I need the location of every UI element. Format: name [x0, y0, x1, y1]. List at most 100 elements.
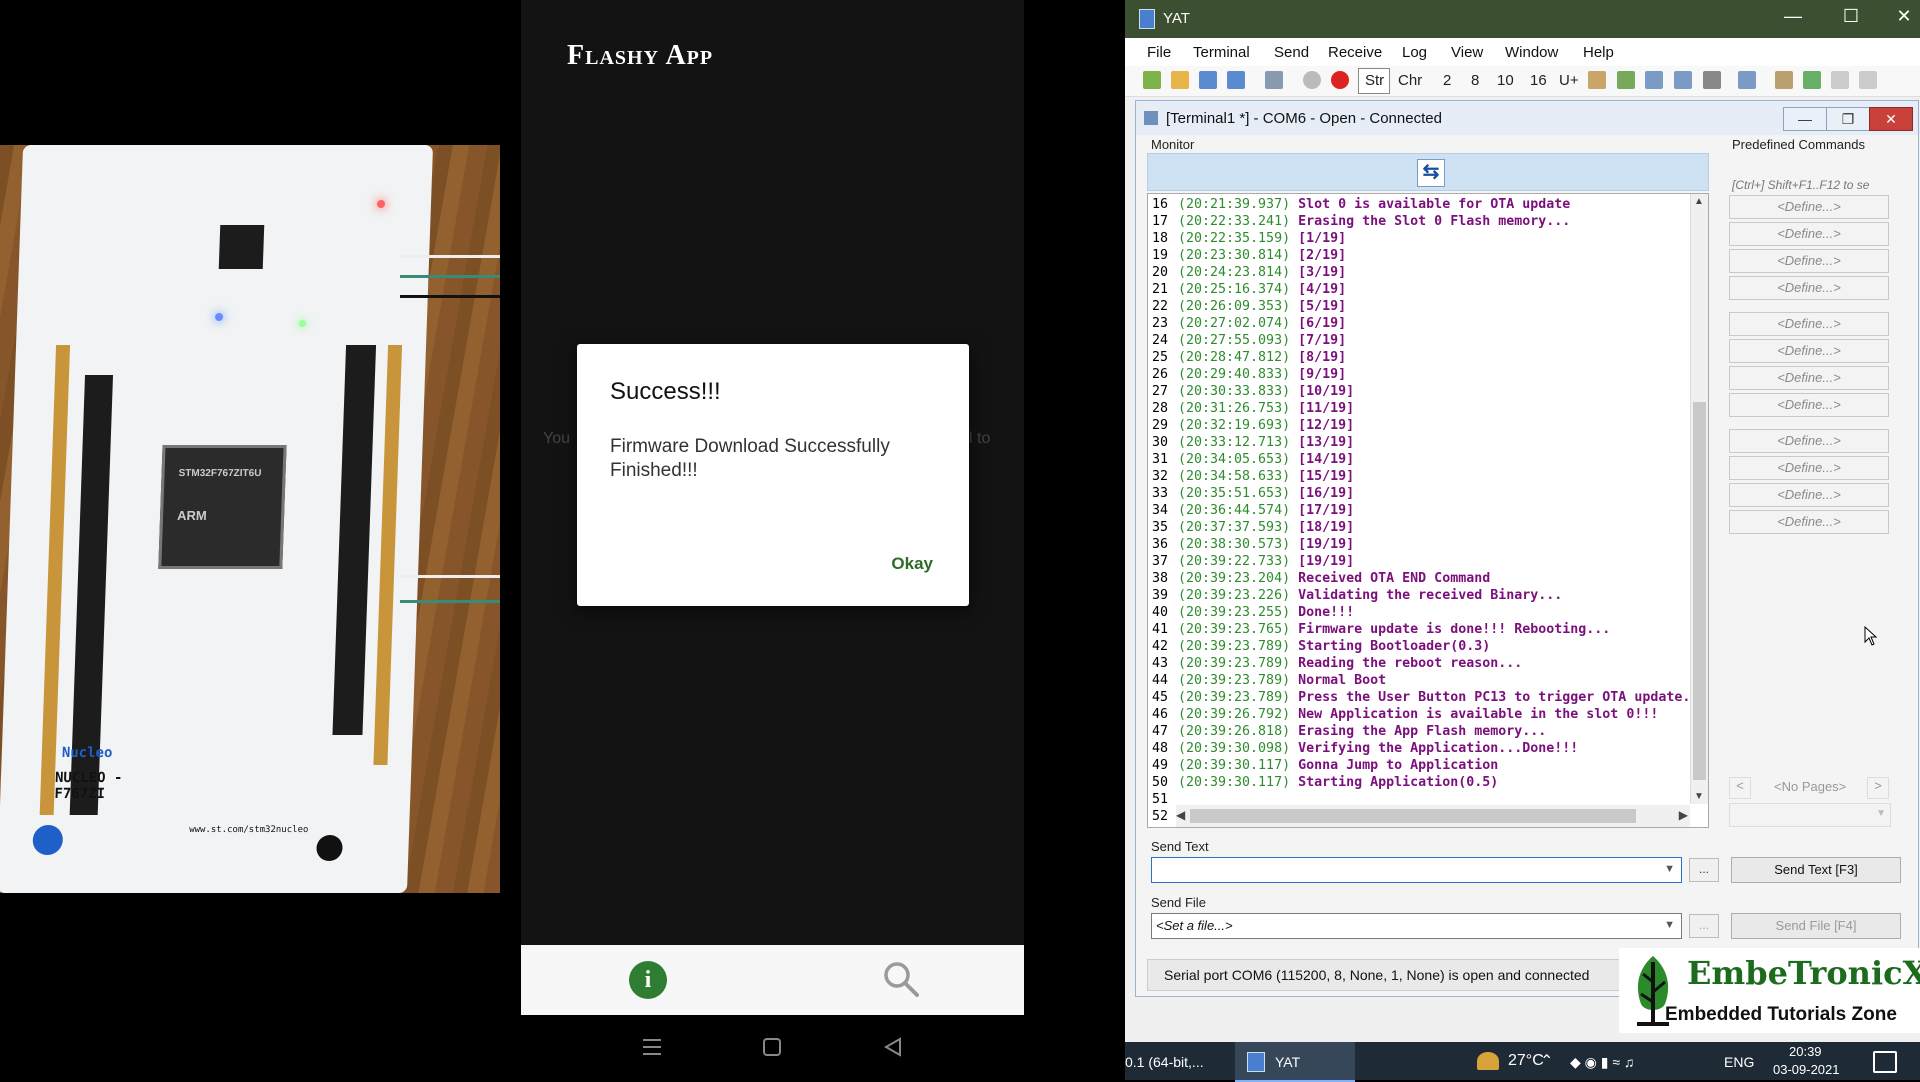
terminal-minimize-icon[interactable]: — — [1783, 107, 1827, 131]
log-folder-icon[interactable] — [1859, 71, 1877, 89]
menu-send[interactable]: Send — [1274, 44, 1309, 61]
scroll-left-icon[interactable]: ◀ — [1176, 808, 1185, 822]
vertical-scroll-thumb[interactable] — [1693, 402, 1706, 780]
close-port-icon[interactable] — [1331, 71, 1349, 89]
format-icon[interactable] — [1588, 71, 1606, 89]
menu-terminal[interactable]: Terminal — [1193, 44, 1250, 61]
info-icon[interactable]: i — [629, 961, 667, 999]
radix-2[interactable]: 2 — [1443, 72, 1451, 89]
terminal-restore-icon[interactable]: ❐ — [1826, 107, 1870, 131]
home-icon[interactable] — [762, 1037, 782, 1057]
radix-10[interactable]: 10 — [1497, 72, 1514, 89]
wire-green — [400, 275, 500, 278]
send-file-browse-button[interactable]: ... — [1689, 914, 1719, 938]
radix-chr[interactable]: Chr — [1398, 72, 1422, 89]
clock-date[interactable]: 03-09-2021 — [1773, 1062, 1840, 1077]
taskbar-item-yat[interactable]: YAT — [1235, 1042, 1355, 1082]
clock-time[interactable]: 20:39 — [1789, 1044, 1822, 1059]
edit-log-icon[interactable] — [1775, 71, 1793, 89]
define-button-4[interactable]: <Define...> — [1729, 276, 1889, 300]
swap-direction-icon[interactable]: ⇆ — [1417, 159, 1445, 187]
menu-window[interactable]: Window — [1505, 44, 1558, 61]
vertical-scrollbar[interactable]: ▲ ▼ — [1690, 194, 1708, 804]
bottom-navigation: i — [521, 945, 1024, 1015]
new-terminal-icon[interactable] — [1143, 71, 1161, 89]
send-file-select[interactable]: <Set a file...> ▼ — [1151, 913, 1682, 939]
horizontal-scroll-thumb[interactable] — [1190, 809, 1636, 823]
tray-chevron-icon[interactable]: ⌃ — [1540, 1051, 1553, 1071]
define-button-10[interactable]: <Define...> — [1729, 456, 1889, 480]
radix-8[interactable]: 8 — [1471, 72, 1479, 89]
find-icon[interactable] — [1738, 71, 1756, 89]
save-icon[interactable] — [1199, 71, 1217, 89]
line-number: 50 — [1152, 775, 1169, 790]
settings-icon[interactable] — [1265, 71, 1283, 89]
line-message: [8/19] — [1298, 350, 1347, 365]
menu-view[interactable]: View — [1451, 44, 1483, 61]
send-text-dropdown-icon[interactable]: ▼ — [1664, 863, 1675, 875]
page-prev-icon[interactable]: < — [1729, 777, 1751, 799]
terminal-close-icon[interactable]: ✕ — [1869, 107, 1913, 131]
send-file-dropdown-icon[interactable]: ▼ — [1664, 919, 1675, 931]
define-button-11[interactable]: <Define...> — [1729, 483, 1889, 507]
send-text-input[interactable]: ▼ — [1151, 857, 1682, 883]
mcu-chip: STM32F767ZIT6U ARM — [158, 445, 287, 569]
maximize-icon[interactable]: ☐ — [1831, 6, 1871, 27]
search-icon[interactable] — [881, 959, 921, 999]
save-all-icon[interactable] — [1227, 71, 1245, 89]
define-button-6[interactable]: <Define...> — [1729, 339, 1889, 363]
scroll-down-icon[interactable]: ▼ — [1694, 791, 1704, 802]
scroll-right-icon[interactable]: ▶ — [1679, 808, 1688, 822]
close-icon[interactable]: ✕ — [1889, 6, 1919, 27]
define-button-7[interactable]: <Define...> — [1729, 366, 1889, 390]
page-next-icon[interactable]: > — [1867, 777, 1889, 799]
radix-unicode[interactable]: U+ — [1559, 72, 1579, 89]
tray-icons[interactable]: ◆ ◉ ▮ ≈ ♫ — [1570, 1054, 1634, 1071]
menu-log[interactable]: Log — [1402, 44, 1427, 61]
yat-taskbar-icon — [1247, 1052, 1265, 1072]
horizontal-scrollbar[interactable]: ◀ ▶ — [1176, 805, 1690, 827]
scroll-up-icon[interactable]: ▲ — [1694, 196, 1704, 207]
monitor-panel[interactable]: 16 (20:21:39.937) Slot 0 is available for… — [1147, 193, 1709, 828]
monitor-line: 29 (20:32:19.693) [12/19] — [1152, 417, 1690, 434]
radix-16[interactable]: 16 — [1530, 72, 1547, 89]
weather-temp[interactable]: 27°C — [1508, 1052, 1544, 1070]
back-icon[interactable] — [883, 1037, 903, 1057]
menu-icon[interactable] — [641, 1037, 663, 1057]
save-monitor-icon[interactable] — [1674, 71, 1692, 89]
okay-button[interactable]: Okay — [891, 554, 933, 574]
print-icon[interactable] — [1703, 71, 1721, 89]
weather-icon[interactable] — [1477, 1052, 1499, 1070]
define-button-2[interactable]: <Define...> — [1729, 222, 1889, 246]
define-button-3[interactable]: <Define...> — [1729, 249, 1889, 273]
copy-icon[interactable] — [1645, 71, 1663, 89]
monitor-line: 38 (20:39:23.204) Received OTA END Comman… — [1152, 570, 1690, 587]
line-message: [2/19] — [1298, 248, 1347, 263]
notifications-icon[interactable] — [1873, 1051, 1897, 1073]
taskbar-item-prev[interactable]: 0.1 (64-bit,... — [1125, 1054, 1204, 1070]
log-file-icon[interactable] — [1831, 71, 1849, 89]
radix-str[interactable]: Str — [1365, 72, 1384, 89]
check-icon[interactable] — [1803, 71, 1821, 89]
define-button-9[interactable]: <Define...> — [1729, 429, 1889, 453]
page-select[interactable]: ▼ — [1729, 803, 1891, 827]
define-button-5[interactable]: <Define...> — [1729, 312, 1889, 336]
define-button-1[interactable]: <Define...> — [1729, 195, 1889, 219]
refresh-icon[interactable] — [1617, 71, 1635, 89]
input-language[interactable]: ENG — [1724, 1054, 1754, 1070]
line-number: 23 — [1152, 316, 1169, 331]
send-file-button[interactable]: Send File [F4] — [1731, 913, 1901, 939]
define-button-8[interactable]: <Define...> — [1729, 393, 1889, 417]
monitor-line: 37 (20:39:22.733) [19/19] — [1152, 553, 1690, 570]
menu-receive[interactable]: Receive — [1328, 44, 1382, 61]
menu-file[interactable]: File — [1147, 44, 1171, 61]
open-port-icon[interactable] — [1303, 71, 1321, 89]
send-text-options-button[interactable]: ... — [1689, 858, 1719, 882]
line-number: 49 — [1152, 758, 1169, 773]
open-icon[interactable] — [1171, 71, 1189, 89]
minimize-icon[interactable]: — — [1773, 6, 1813, 27]
menu-help[interactable]: Help — [1583, 44, 1614, 61]
define-button-12[interactable]: <Define...> — [1729, 510, 1889, 534]
line-number: 40 — [1152, 605, 1169, 620]
send-text-button[interactable]: Send Text [F3] — [1731, 857, 1901, 883]
